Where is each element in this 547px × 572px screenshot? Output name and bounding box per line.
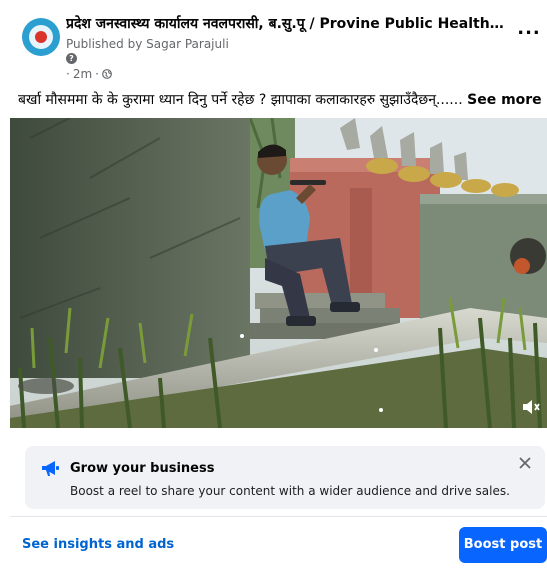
promo-description: Boost a reel to share your content with …	[70, 484, 510, 498]
publisher-name[interactable]: Sagar Parajuli	[146, 37, 229, 51]
more-icon[interactable]: ...	[516, 20, 542, 42]
post-caption: बर्खा मौसममा के के कुरामा ध्यान दिनु पर्…	[18, 90, 546, 110]
video-frame	[10, 118, 547, 428]
see-insights-link[interactable]: See insights and ads	[22, 536, 174, 554]
globe-icon	[102, 69, 112, 79]
footer-divider	[10, 516, 547, 517]
megaphone-icon	[42, 461, 59, 476]
caption-text: बर्खा मौसममा के के कुरामा ध्यान दिनु पर्…	[18, 92, 463, 108]
post-header: प्रदेश जनस्वास्थ्य कार्यालय नवलपरासी, ब.…	[0, 0, 547, 88]
page-avatar[interactable]	[22, 18, 60, 56]
see-more-link[interactable]: See more	[467, 92, 542, 108]
avatar-logo	[29, 25, 53, 49]
close-icon[interactable]	[517, 455, 533, 471]
post-time[interactable]: 2m	[73, 66, 92, 82]
published-by: Published by Sagar Parajuli	[66, 36, 229, 52]
promo-title: Grow your business	[70, 461, 215, 476]
page-name-link[interactable]: प्रदेश जनस्वास्थ्य कार्यालय नवलपरासी, ब.…	[66, 15, 506, 33]
post-meta: · 2m ·	[66, 66, 112, 82]
meta-dot: ·	[95, 67, 99, 81]
published-prefix: Published by	[66, 37, 143, 51]
reel-video[interactable]	[10, 118, 547, 428]
dot-separator: ·	[66, 67, 70, 81]
volume-muted-icon[interactable]	[521, 398, 541, 416]
boost-post-button[interactable]: Boost post	[459, 527, 547, 563]
grow-business-card: Grow your business Boost a reel to share…	[25, 446, 545, 509]
help-icon[interactable]: ?	[66, 53, 77, 64]
